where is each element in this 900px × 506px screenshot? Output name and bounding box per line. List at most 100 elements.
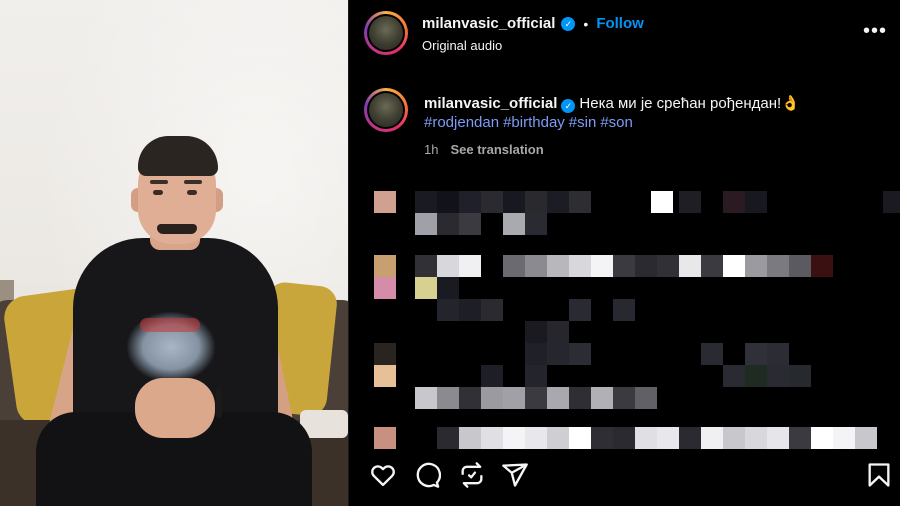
commenter-avatar[interactable] bbox=[374, 427, 396, 449]
pixelated-comment-block bbox=[613, 255, 635, 277]
pixelated-comment-block bbox=[811, 255, 833, 277]
pixelated-comment-block bbox=[723, 191, 745, 213]
pixelated-comment-block bbox=[657, 255, 679, 277]
pixelated-comment-block bbox=[767, 427, 789, 449]
hashtag-link[interactable]: #birthday bbox=[503, 114, 565, 131]
pixelated-comment-block bbox=[723, 255, 745, 277]
pixelated-comment-block bbox=[415, 255, 437, 277]
pixelated-comment-block bbox=[679, 255, 701, 277]
share-icon[interactable] bbox=[501, 461, 529, 489]
pixelated-comment-block bbox=[437, 387, 459, 409]
hashtag-link[interactable]: #son bbox=[600, 114, 633, 131]
bookmark-icon[interactable] bbox=[865, 461, 893, 489]
pixelated-comment-block bbox=[701, 255, 723, 277]
pixelated-comment-block bbox=[745, 427, 767, 449]
pixelated-comment-block bbox=[651, 191, 673, 213]
commenter-avatar[interactable] bbox=[374, 365, 396, 387]
shirt-print-accent bbox=[140, 318, 200, 332]
pixelated-comment-block bbox=[789, 427, 811, 449]
eye-left bbox=[153, 190, 163, 195]
pixelated-comment-block bbox=[745, 365, 767, 387]
pixelated-comment-block bbox=[503, 255, 525, 277]
pixelated-comment-block bbox=[723, 365, 745, 387]
pixelated-comment-block bbox=[459, 299, 481, 321]
pixelated-comment-block bbox=[613, 387, 635, 409]
pixelated-comment-block bbox=[481, 191, 503, 213]
pixelated-comment-block bbox=[745, 255, 767, 277]
eye-right bbox=[187, 190, 197, 195]
pixelated-comment-block bbox=[481, 427, 503, 449]
person bbox=[0, 0, 348, 506]
repost-icon[interactable] bbox=[458, 461, 486, 489]
pixelated-comment-block bbox=[547, 387, 569, 409]
pixelated-comment-block bbox=[811, 427, 833, 449]
avatar[interactable] bbox=[364, 11, 408, 55]
pixelated-comment-block bbox=[569, 427, 591, 449]
pixelated-comment-block bbox=[503, 191, 525, 213]
comment-icon[interactable] bbox=[413, 461, 442, 489]
caption-avatar[interactable] bbox=[364, 88, 408, 132]
pixelated-comment-block bbox=[547, 255, 569, 277]
hashtag-link[interactable]: #rodjendan bbox=[424, 114, 499, 131]
pixelated-comment-block bbox=[723, 427, 745, 449]
pixelated-comment-block bbox=[613, 427, 635, 449]
reel-viewer: milanvasic_official ✓ • Follow Original … bbox=[0, 0, 900, 506]
pixelated-comment-block bbox=[459, 387, 481, 409]
pixelated-comment-block bbox=[481, 387, 503, 409]
pixelated-comment-block bbox=[415, 213, 437, 235]
caption-username[interactable]: milanvasic_official bbox=[424, 95, 557, 112]
pixelated-comment-block bbox=[657, 427, 679, 449]
pixelated-comment-block bbox=[569, 387, 591, 409]
pixelated-comment-block bbox=[525, 255, 547, 277]
commenter-avatar[interactable] bbox=[374, 255, 396, 277]
more-options-icon[interactable]: ••• bbox=[863, 21, 887, 41]
pixelated-comment-block bbox=[525, 365, 547, 387]
pixelated-comment-block bbox=[459, 427, 481, 449]
pixelated-comment-block bbox=[459, 255, 481, 277]
caption-line: milanvasic_official ✓ Нека ми је срећан ро… bbox=[424, 94, 800, 113]
pixelated-comment-block bbox=[415, 191, 437, 213]
original-audio-link[interactable]: Original audio bbox=[422, 38, 502, 53]
pixelated-comment-block bbox=[547, 321, 569, 343]
pixelated-comment-block bbox=[547, 191, 569, 213]
avatar-photo bbox=[369, 16, 403, 50]
separator-dot: • bbox=[583, 15, 589, 32]
pixelated-comment-block bbox=[569, 343, 591, 365]
pixelated-comment-block bbox=[459, 191, 481, 213]
hashtags: #rodjendan #birthday #sin #son bbox=[424, 114, 637, 131]
pixelated-comment-block bbox=[789, 365, 811, 387]
action-bar bbox=[349, 455, 900, 495]
caption-text: Нека ми је срећан рођендан!👌 bbox=[579, 95, 800, 112]
see-translation-button[interactable]: See translation bbox=[450, 142, 543, 157]
pixelated-comment-block bbox=[767, 255, 789, 277]
pixelated-comment-block bbox=[855, 427, 877, 449]
commenter-avatar[interactable] bbox=[374, 277, 396, 299]
follow-button[interactable]: Follow bbox=[596, 15, 644, 32]
verified-badge-icon: ✓ bbox=[561, 16, 576, 31]
pixelated-comment-block bbox=[415, 277, 437, 299]
pixelated-comment-block bbox=[635, 427, 657, 449]
heart-icon[interactable] bbox=[369, 461, 397, 489]
pixelated-comment-block bbox=[679, 427, 701, 449]
pixelated-comment-block bbox=[569, 299, 591, 321]
post-panel: milanvasic_official ✓ • Follow Original … bbox=[348, 0, 900, 506]
hashtag-link[interactable]: #sin bbox=[569, 114, 597, 131]
header-name-row: milanvasic_official ✓ • Follow bbox=[422, 15, 644, 32]
username-link[interactable]: milanvasic_official bbox=[422, 15, 555, 32]
video-player[interactable] bbox=[0, 0, 348, 506]
commenter-avatar[interactable] bbox=[374, 191, 396, 213]
clasped-hands bbox=[135, 378, 215, 438]
brow-left bbox=[150, 180, 168, 184]
avatar-ring-inner bbox=[367, 14, 405, 52]
pixelated-comment-block bbox=[613, 299, 635, 321]
comments-list-pixelated[interactable] bbox=[349, 175, 900, 450]
pixelated-comment-block bbox=[503, 387, 525, 409]
pixelated-comment-block bbox=[525, 213, 547, 235]
verified-badge-icon: ✓ bbox=[561, 99, 576, 113]
pixelated-comment-block bbox=[525, 191, 547, 213]
avatar-ring-inner bbox=[367, 91, 405, 129]
post-header: milanvasic_official ✓ • Follow Original … bbox=[349, 0, 900, 70]
pixelated-comment-block bbox=[459, 213, 481, 235]
commenter-avatar[interactable] bbox=[374, 343, 396, 365]
pixelated-comment-block bbox=[701, 343, 723, 365]
